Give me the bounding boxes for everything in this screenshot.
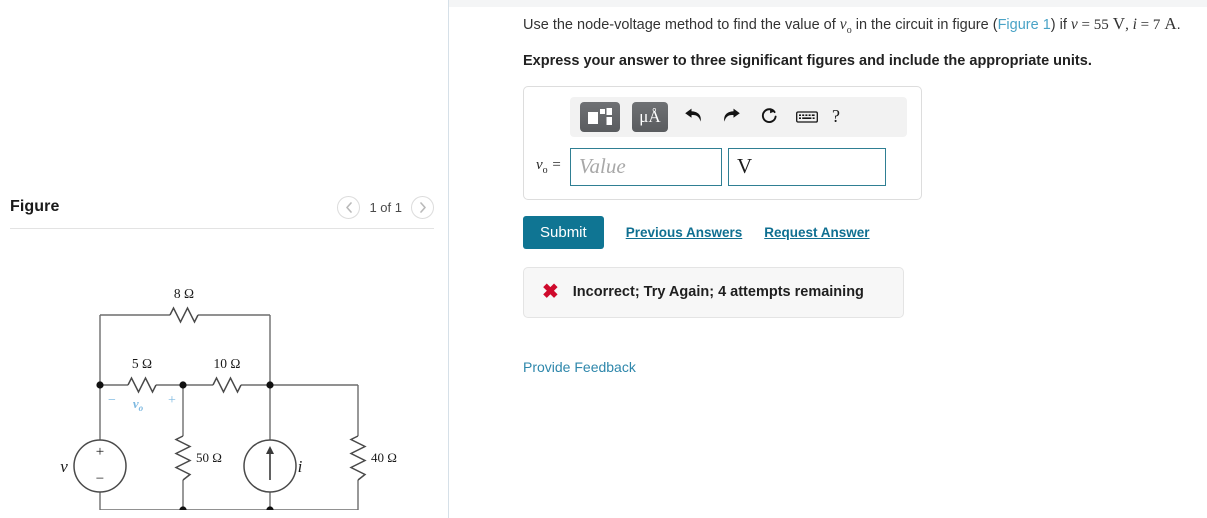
answer-value-input[interactable] [570,147,722,186]
source-voltage-label: v [60,457,68,476]
problem-page: Figure 1 of 1 + − 8 Ω 5 Ω 10 Ω 50 Ω 40 Ω… [0,0,1207,518]
question-var-vo: vo [839,16,852,37]
question-unit-v: V [1112,14,1126,33]
current-source-label: i [298,457,303,476]
previous-answers-link[interactable]: Previous Answers [626,225,743,240]
vo-label: vo [133,396,144,413]
figure-header: Figure 1 of 1 [10,188,434,226]
status-banner: ✖ Incorrect; Try Again; 4 attempts remai… [523,266,904,318]
question-comma: , [1125,17,1133,33]
answer-unit-input[interactable] [728,147,886,186]
question-eq-1: = [1077,17,1094,33]
provide-feedback-link[interactable]: Provide Feedback [523,359,636,375]
help-icon[interactable]: ? [832,106,840,127]
problem-content: Use the node-voltage method to find the … [523,12,1207,377]
question-value-v: 55 [1093,17,1109,33]
math-template-icon[interactable] [580,101,620,132]
svg-text:+: + [96,444,104,460]
figure-divider [10,228,434,229]
undo-icon[interactable] [680,108,706,125]
top-band [449,0,1207,7]
svg-text:−: − [96,471,104,487]
red-x-icon: ✖ [542,281,559,304]
question-part-3: ) if [1050,17,1071,33]
request-answer-link[interactable]: Request Answer [764,225,869,240]
vo-minus-sign: − [108,393,116,408]
keyboard-icon[interactable] [794,110,820,124]
status-message: Incorrect; Try Again; 4 attempts remaini… [572,284,864,301]
figure-page-count: 1 of 1 [369,199,402,215]
units-label: μÅ [639,107,661,127]
resistor-label-8ohm: 8 Ω [174,286,194,301]
answer-row: vo = [536,147,909,186]
problem-panel: Use the node-voltage method to find the … [449,0,1207,518]
answer-toolbar: μÅ ? [570,96,907,137]
question-eq-2: = [1136,17,1153,33]
chevron-left-icon[interactable] [337,195,361,219]
circuit-diagram: + − 8 Ω 5 Ω 10 Ω 50 Ω 40 Ω v i − + vo [0,240,449,514]
answer-instruction: Express your answer to three significant… [523,52,1092,69]
figure-1-link[interactable]: Figure 1 [998,17,1051,33]
question-value-i: 7 [1152,17,1161,33]
question-unit-i: A [1164,14,1177,33]
question-var-v: v [1070,16,1078,33]
reset-icon[interactable] [756,107,782,126]
resistor-label-50ohm: 50 Ω [196,450,222,465]
micro-angstrom-units-icon[interactable]: μÅ [632,101,668,132]
question-period: . [1176,17,1181,33]
submit-button[interactable]: Submit [523,215,604,249]
submit-row: Submit Previous Answers Request Answer [523,215,1207,249]
question-part-2: in the circuit in figure ( [851,17,998,33]
redo-icon[interactable] [718,108,744,125]
resistor-label-10ohm: 10 Ω [214,356,241,371]
chevron-right-icon[interactable] [411,195,434,219]
page-title: Figure [10,198,60,215]
figure-pager: 1 of 1 [337,195,434,219]
answer-widget: μÅ ? vo = Value V [523,85,922,200]
resistor-label-40ohm: 40 Ω [371,450,397,465]
answer-label: vo = [536,157,562,177]
figure-panel: Figure 1 of 1 + − 8 Ω 5 Ω 10 Ω 50 Ω 40 Ω… [0,0,449,518]
question-text: Use the node-voltage method to find the … [523,12,1207,39]
circuit-svg: + − 8 Ω 5 Ω 10 Ω 50 Ω 40 Ω v i − + vo [60,286,397,514]
question-part-1: Use the node-voltage method to find the … [523,17,840,33]
vo-plus-sign: + [168,393,176,408]
resistor-label-5ohm: 5 Ω [132,356,152,371]
